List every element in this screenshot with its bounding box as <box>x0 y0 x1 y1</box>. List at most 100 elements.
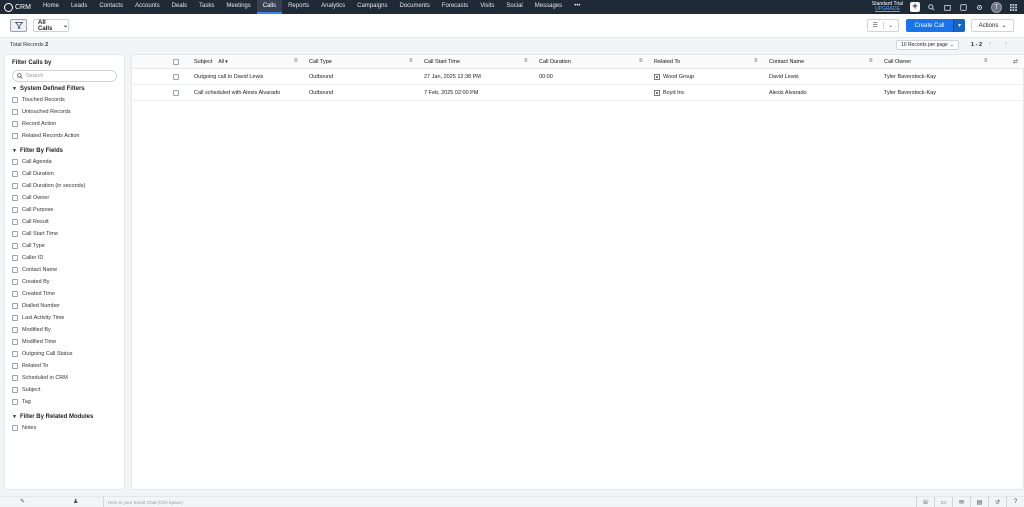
field-filter-item[interactable]: Call Agenda <box>12 156 117 168</box>
trial-info[interactable]: Standard Trial UPGRADE <box>872 2 903 12</box>
column-menu-icon[interactable]: ≡ <box>869 58 873 64</box>
nav-tab-documents[interactable]: Documents <box>393 0 435 14</box>
upgrade-link[interactable]: UPGRADE <box>872 7 903 12</box>
filter-checkbox[interactable] <box>12 279 18 285</box>
chat-icon[interactable]: ✎ <box>20 498 25 505</box>
field-filter-item[interactable]: Created By <box>12 276 117 288</box>
user-avatar[interactable]: T <box>991 1 1002 13</box>
filter-checkbox[interactable] <box>12 183 18 189</box>
cell-contact[interactable]: Alexis Alvarado <box>769 85 807 100</box>
system-filter-item[interactable]: Untouched Records <box>12 106 117 118</box>
nav-tab-accounts[interactable]: Accounts <box>129 0 166 14</box>
filter-checkbox[interactable] <box>12 207 18 213</box>
field-filter-item[interactable]: Contact Name <box>12 264 117 276</box>
next-page-icon[interactable]: › <box>1005 41 1007 47</box>
field-filter-item[interactable]: Call Duration <box>12 168 117 180</box>
subject-filter-dropdown[interactable]: All ▾ <box>218 59 227 65</box>
filter-checkbox[interactable] <box>12 387 18 393</box>
column-menu-icon[interactable]: ≡ <box>294 58 298 64</box>
filter-checkbox[interactable] <box>12 171 18 177</box>
field-filter-item[interactable]: Dialled Number <box>12 300 117 312</box>
custom-view-dropdown[interactable]: All Calls ⌄ <box>33 19 69 32</box>
filter-checkbox[interactable] <box>12 303 18 309</box>
filter-checkbox[interactable] <box>12 363 18 369</box>
nav-tab-home[interactable]: Home <box>37 0 65 14</box>
field-filter-item[interactable]: Related To <box>12 360 117 372</box>
gear-icon[interactable] <box>975 3 984 12</box>
filter-checkbox[interactable] <box>12 231 18 237</box>
column-menu-icon[interactable]: ≡ <box>754 58 758 64</box>
checkbox[interactable] <box>173 73 179 80</box>
filter-checkbox[interactable] <box>12 291 18 297</box>
signals-icon[interactable] <box>959 3 968 12</box>
select-all-checkbox[interactable] <box>173 55 179 68</box>
apps-grid-icon[interactable] <box>1009 3 1018 12</box>
filter-checkbox[interactable] <box>12 109 18 115</box>
actions-button[interactable]: Actions ⌄ <box>971 19 1014 32</box>
field-filter-item[interactable]: Call Result <box>12 216 117 228</box>
field-filter-item[interactable]: Call Owner <box>12 192 117 204</box>
row-checkbox[interactable] <box>173 69 179 84</box>
field-filter-item[interactable]: Created Time <box>12 288 117 300</box>
nav-tab-leads[interactable]: Leads <box>65 0 93 14</box>
filter-search-input[interactable]: Search <box>12 70 117 82</box>
field-filter-item[interactable]: Call Purpose <box>12 204 117 216</box>
column-header-related-to[interactable]: Related To <box>654 55 680 68</box>
nav-tab-tasks[interactable]: Tasks <box>193 0 220 14</box>
filter-toggle-button[interactable] <box>10 19 27 32</box>
nav-more-button[interactable]: ••• <box>568 0 586 14</box>
crm-logo[interactable]: CRM <box>0 2 31 12</box>
column-menu-icon[interactable]: ≡ <box>984 58 988 64</box>
create-call-button[interactable]: Create Call <box>906 19 953 32</box>
field-filter-item[interactable]: Outgoing Call Status <box>12 348 117 360</box>
field-filter-item[interactable]: Call Duration (in seconds) <box>12 180 117 192</box>
field-filter-item[interactable]: Subject <box>12 384 117 396</box>
filter-checkbox[interactable] <box>12 159 18 165</box>
filter-checkbox[interactable] <box>12 97 18 103</box>
filter-checkbox[interactable] <box>12 425 18 431</box>
nav-tab-reports[interactable]: Reports <box>282 0 315 14</box>
column-header-call-owner[interactable]: Call Owner <box>884 55 911 68</box>
nav-tab-analytics[interactable]: Analytics <box>315 0 351 14</box>
nav-tab-deals[interactable]: Deals <box>166 0 193 14</box>
filter-checkbox[interactable] <box>12 133 18 139</box>
system-filter-item[interactable]: Record Action <box>12 118 117 130</box>
nav-tab-messages[interactable]: Messages <box>529 0 568 14</box>
field-filter-item[interactable]: Modified Time <box>12 336 117 348</box>
related-filter-item[interactable]: Notes <box>12 422 117 434</box>
cell-contact[interactable]: David Lewis <box>769 69 799 84</box>
column-menu-icon[interactable]: ≡ <box>639 58 643 64</box>
filter-checkbox[interactable] <box>12 121 18 127</box>
system-filter-item[interactable]: Related Records Action <box>12 130 117 142</box>
nav-tab-forecasts[interactable]: Forecasts <box>436 0 474 14</box>
related-filters-heading[interactable]: ▼ Filter By Related Modules <box>12 414 117 420</box>
column-header-call-type[interactable]: Call Type <box>309 55 332 68</box>
filter-checkbox[interactable] <box>12 243 18 249</box>
chevron-down-icon[interactable]: ⌄ <box>882 22 899 29</box>
system-filters-heading[interactable]: ▼ System Defined Filters <box>12 86 117 92</box>
row-checkbox[interactable] <box>173 85 179 100</box>
cell-subject[interactable]: Outgoing call to David Lewis <box>194 69 263 84</box>
nav-tab-campaigns[interactable]: Campaigns <box>351 0 393 14</box>
nav-tab-calls[interactable]: Calls <box>256 0 283 14</box>
field-filter-item[interactable]: Last Activity Time <box>12 312 117 324</box>
column-header-call-duration[interactable]: Call Duration <box>539 55 571 68</box>
system-filter-item[interactable]: Touched Records <box>12 94 117 106</box>
filter-checkbox[interactable] <box>12 339 18 345</box>
field-filter-item[interactable]: Scheduled in CRM <box>12 372 117 384</box>
view-mode-toggle[interactable]: ☰ ⌄ <box>867 19 899 32</box>
filter-checkbox[interactable] <box>12 195 18 201</box>
nav-tab-social[interactable]: Social <box>500 0 528 14</box>
filter-checkbox[interactable] <box>12 267 18 273</box>
filter-checkbox[interactable] <box>12 327 18 333</box>
field-filter-item[interactable]: Call Start Time <box>12 228 117 240</box>
quick-create-plus-button[interactable]: + <box>910 2 920 12</box>
column-menu-icon[interactable]: ≡ <box>524 58 528 64</box>
cell-subject[interactable]: Call scheduled with Alexis Alvarado <box>194 85 280 100</box>
nav-tab-contacts[interactable]: Contacts <box>93 0 129 14</box>
filter-checkbox[interactable] <box>12 255 18 261</box>
filter-checkbox[interactable] <box>12 219 18 225</box>
create-call-dropdown-button[interactable]: ▾ <box>953 19 965 32</box>
cell-related-to[interactable]: Boyd Inc <box>654 85 684 100</box>
column-header-call-start-time[interactable]: Call Start Time <box>424 55 460 68</box>
